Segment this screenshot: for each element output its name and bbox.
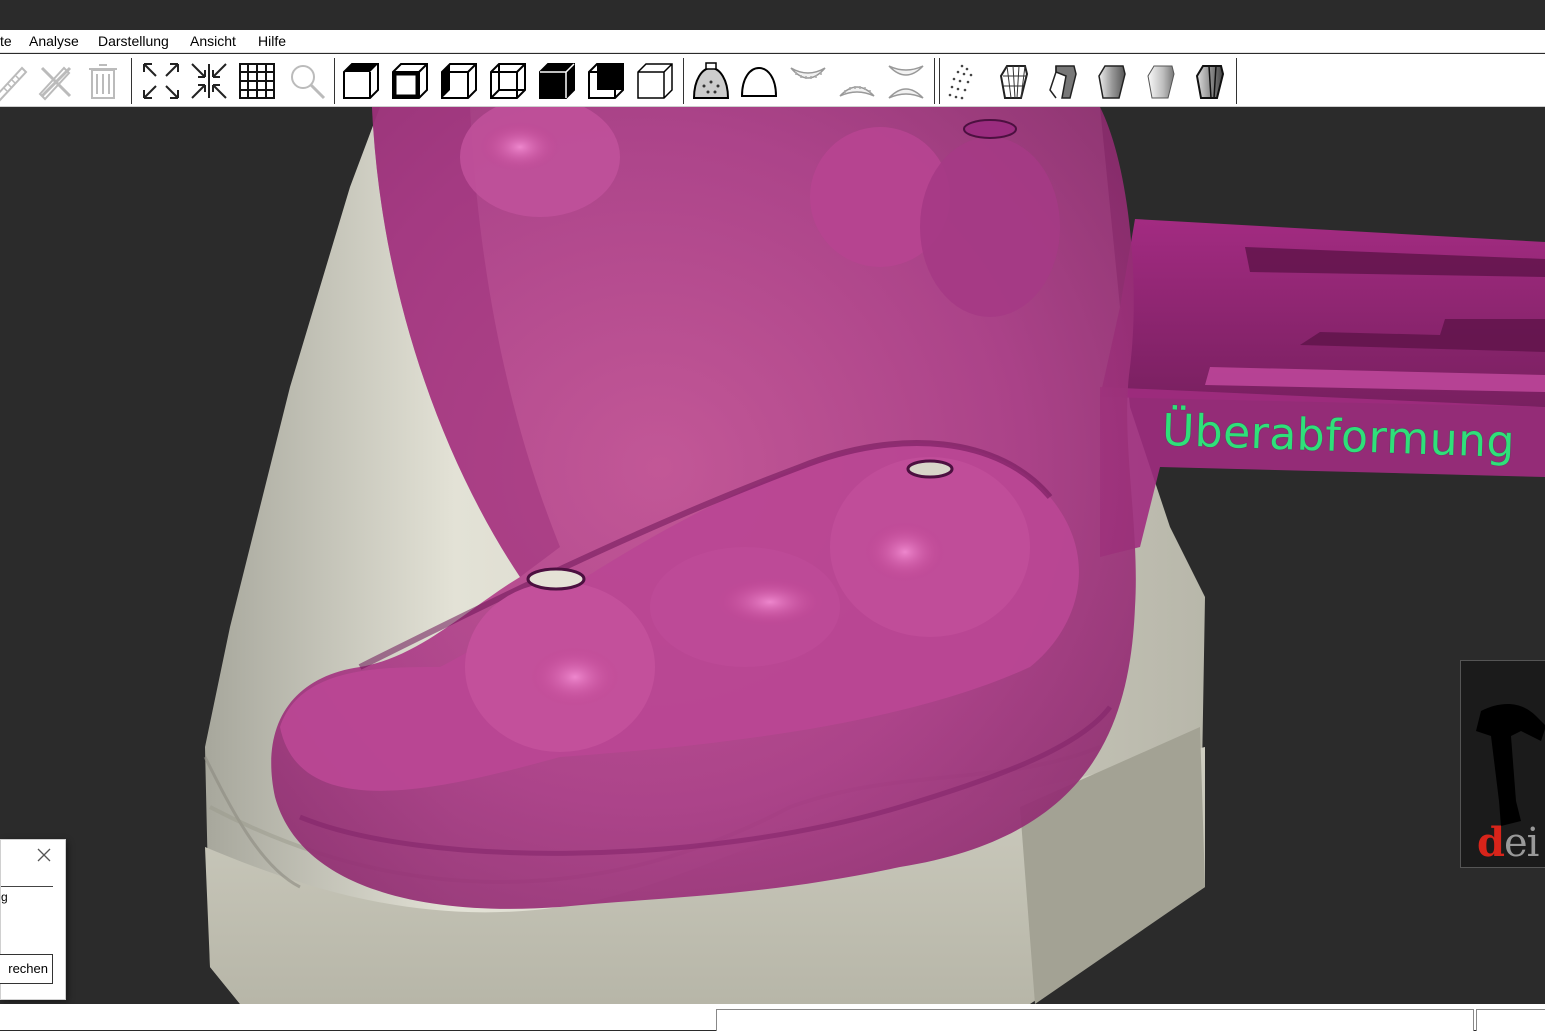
view-front-icon[interactable] [389,60,431,102]
toolbar-separator [1236,58,1237,104]
lower-jaw-icon[interactable] [836,60,878,102]
ruler-erase-icon[interactable] [34,60,76,102]
toolbar-separator [939,58,940,104]
toolbar-separator [334,58,335,104]
view-back-icon[interactable] [585,60,627,102]
company-logo: dei e [1460,660,1545,868]
menu-item-darstellung[interactable]: Darstellung [98,33,169,49]
view-iso-icon[interactable] [634,60,676,102]
status-field-right [1476,1009,1545,1031]
arch-icon[interactable] [738,60,780,102]
zoom-extents-icon[interactable] [140,60,182,102]
menu-item-analyse[interactable]: Analyse [29,33,79,49]
cancel-button[interactable]: rechen [0,954,53,984]
dental-scene[interactable] [0,107,1545,1004]
3d-viewport[interactable]: Überabformung [0,107,1545,1004]
zoom-fit-icon[interactable] [188,60,230,102]
menu-item-hilfe[interactable]: Hilfe [258,33,286,49]
toolbar-separator [131,58,132,104]
trash-icon[interactable] [82,60,124,102]
partial-dialog: g rechen [0,839,66,1000]
close-icon[interactable] [36,847,52,863]
magnifier-icon[interactable] [286,60,328,102]
menu-item-ansicht[interactable]: Ansicht [190,33,236,49]
ruler-icon[interactable] [0,60,32,102]
toolbar [0,54,1545,107]
points-icon[interactable] [944,60,986,102]
dialog-divider [1,886,53,887]
toolbar-separator [934,58,935,104]
both-jaws-icon[interactable] [885,60,927,102]
status-field-main [716,1009,1474,1031]
stump-shaded-icon[interactable] [1091,60,1133,102]
view-top-icon[interactable] [340,60,382,102]
grid-icon[interactable] [236,60,278,102]
stump-solid-icon[interactable] [1140,60,1182,102]
stump-wire-icon[interactable] [993,60,1035,102]
view-bottom-icon[interactable] [536,60,578,102]
status-bar [0,1004,1545,1031]
impression-icon[interactable] [690,60,732,102]
dialog-text: g [1,890,8,904]
view-right-icon[interactable] [487,60,529,102]
logo-text: dei e [1477,819,1545,866]
upper-jaw-icon[interactable] [787,60,829,102]
toolbar-separator [683,58,684,104]
title-bar [0,0,1545,30]
stump-mixed-icon[interactable] [1189,60,1231,102]
view-left-icon[interactable] [438,60,480,102]
stump-partial-icon[interactable] [1042,60,1084,102]
menu-bar: te Analyse Darstellung Ansicht Hilfe [0,30,1545,53]
menu-item-partial[interactable]: te [0,33,12,49]
